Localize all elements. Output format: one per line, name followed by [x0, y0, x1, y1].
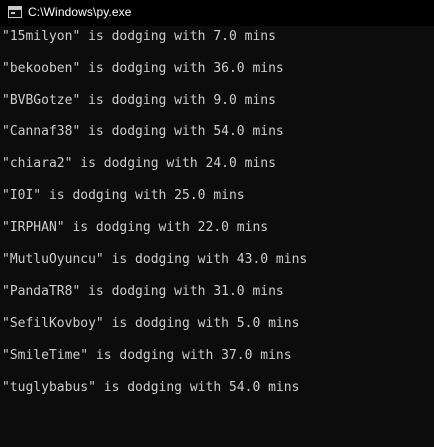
console-line: "tuglybabus" is dodging with 54.0 mins: [2, 380, 300, 395]
console-line: "IRPHAN" is dodging with 22.0 mins: [2, 220, 269, 235]
title-bar[interactable]: C:\Windows\py.exe: [0, 0, 434, 26]
console-line: "SefilKovboy" is dodging with 5.0 mins: [2, 316, 300, 331]
console-line: "chiara2" is dodging with 24.0 mins: [2, 156, 276, 171]
console-line: "MutluOyuncu" is dodging with 43.0 mins: [2, 252, 308, 267]
console-line: "15milyon" is dodging with 7.0 mins: [2, 29, 276, 44]
window-title: C:\Windows\py.exe: [28, 5, 132, 19]
console-window: C:\Windows\py.exe "15milyon" is dodging …: [0, 0, 434, 447]
console-line: "I0I" is dodging with 25.0 mins: [2, 188, 245, 203]
console-app-icon: [8, 6, 22, 18]
console-line: "BVBGotze" is dodging with 9.0 mins: [2, 93, 276, 108]
console-line: "bekooben" is dodging with 36.0 mins: [2, 61, 284, 76]
console-line: "SmileTime" is dodging with 37.0 mins: [2, 348, 292, 363]
console-output[interactable]: "15milyon" is dodging with 7.0 mins "bek…: [0, 26, 434, 447]
console-line: "PandaTR8" is dodging with 31.0 mins: [2, 284, 284, 299]
console-line: "Cannaf38" is dodging with 54.0 mins: [2, 124, 284, 139]
